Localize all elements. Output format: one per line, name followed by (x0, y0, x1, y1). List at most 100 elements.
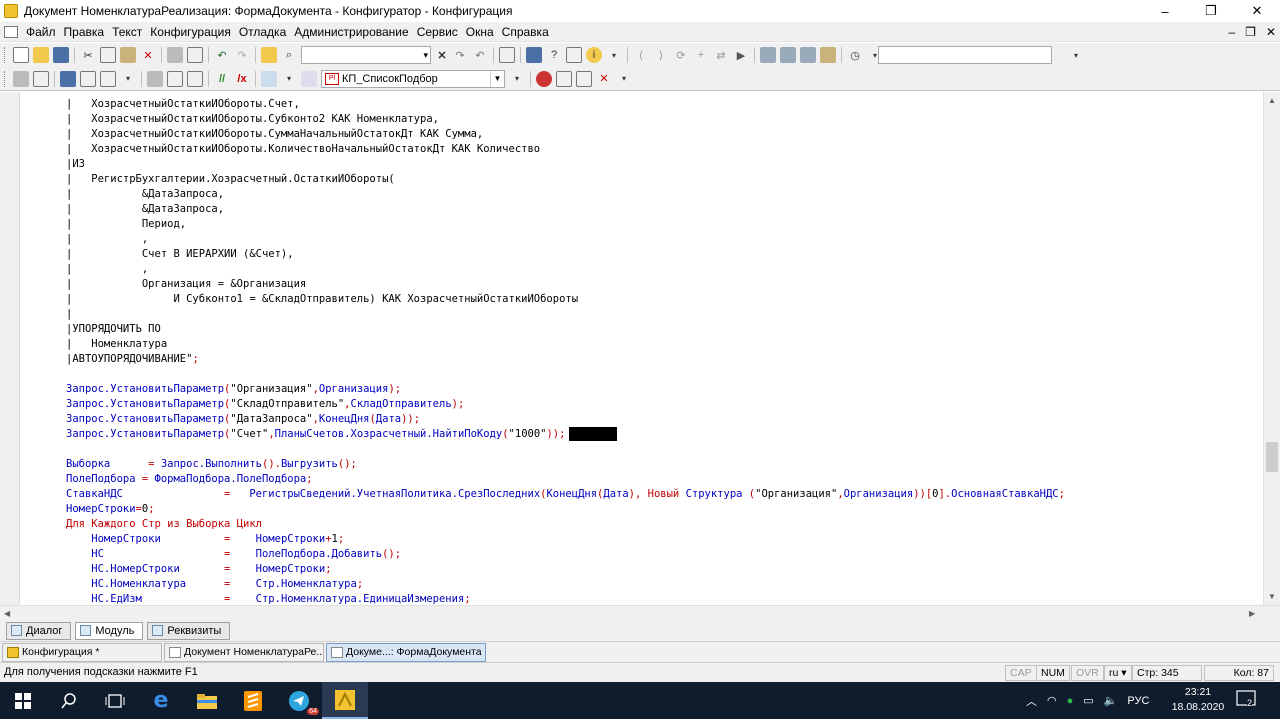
menu-service[interactable]: Сервис (413, 25, 462, 39)
task-view-button[interactable] (92, 682, 138, 719)
dropdown-arrow-icon[interactable]: ▾ (1068, 47, 1084, 63)
code-line[interactable]: | ХозрасчетныйОстаткиИОбороты.Субконто2 … (66, 112, 1261, 127)
code-line[interactable]: |АВТОУПОРЯДОЧИВАНИЕ"; (66, 352, 1261, 367)
table-icon[interactable] (80, 70, 96, 87)
scroll-thumb[interactable] (1266, 442, 1278, 472)
paste-icon[interactable] (120, 47, 136, 63)
uncomment-icon[interactable]: /x (234, 71, 250, 87)
mdi-minimize-button[interactable]: – (1228, 25, 1235, 39)
search-icon[interactable]: ⌕ (281, 47, 297, 63)
editor-gutter[interactable] (0, 92, 20, 605)
sublime-button[interactable] (230, 682, 276, 719)
dropdown-arrow-icon[interactable]: ▾ (120, 71, 136, 87)
breakpoint-icon[interactable] (536, 70, 552, 87)
info-icon[interactable]: i (586, 47, 602, 63)
system-menu-icon[interactable] (4, 25, 18, 38)
dropdown-arrow-icon[interactable]: ▾ (281, 71, 297, 87)
save-icon[interactable] (53, 47, 69, 63)
query-builder-icon[interactable] (566, 47, 582, 63)
code-line[interactable]: | , (66, 232, 1261, 247)
code-line[interactable]: | ХозрасчетныйОстаткиИОбороты.Количество… (66, 142, 1261, 157)
syntax-assistant-icon[interactable] (526, 47, 542, 63)
print-icon[interactable] (167, 47, 183, 63)
code-line[interactable] (66, 442, 1261, 457)
network-icon[interactable]: ◠ (1047, 694, 1057, 707)
window-tab-document[interactable]: Документ НоменклатураРе... (164, 642, 324, 662)
toolbar-grip[interactable] (4, 70, 7, 87)
search-button[interactable] (46, 682, 92, 719)
vertical-scrollbar[interactable]: ▲ ▼ (1263, 92, 1280, 605)
scroll-right-icon[interactable]: ▶ (1249, 606, 1255, 621)
copy-icon[interactable] (100, 47, 116, 63)
1c-configurator-button[interactable] (322, 682, 368, 719)
code-line[interactable]: | Организация = &Организация (66, 277, 1261, 292)
horizontal-scrollbar[interactable]: ◀ ▶ (0, 605, 1280, 620)
cut-icon[interactable]: ✂ (80, 47, 96, 63)
code-line[interactable]: | (66, 307, 1261, 322)
object-search-combo[interactable] (878, 46, 1052, 64)
code-line[interactable] (66, 367, 1261, 382)
explorer-button[interactable] (184, 682, 230, 719)
tab-requisites[interactable]: Реквизиты (147, 621, 231, 640)
code-line[interactable]: | ХозрасчетныйОстаткиИОбороты.СуммаНачал… (66, 127, 1261, 142)
code-line[interactable]: СтавкаНДС = РегистрыСведений.УчетнаяПоли… (66, 487, 1261, 502)
code-line[interactable]: НС.НомерСтроки = НомерСтроки; (66, 562, 1261, 577)
menu-text[interactable]: Текст (108, 25, 146, 39)
code-line[interactable]: | Номенклатура (66, 337, 1261, 352)
input-language[interactable]: РУС (1127, 695, 1149, 707)
window-tab-form[interactable]: Докуме...: ФормаДокумента (326, 642, 486, 662)
code-line[interactable]: НС = ПолеПодбора.Добавить(); (66, 547, 1261, 562)
redo-icon[interactable]: ↷ (234, 47, 250, 63)
find-next-icon[interactable]: ↷ (452, 47, 468, 63)
battery-icon[interactable]: ▭ (1083, 694, 1093, 707)
code-line[interactable]: |УПОРЯДОЧИТЬ ПО (66, 322, 1261, 337)
code-line[interactable]: | РегистрБухгалтерии.Хозрасчетный.Остатк… (66, 172, 1261, 187)
delete-icon[interactable]: ✕ (140, 47, 156, 63)
code-line[interactable]: Для Каждого Стр из Выборка Цикл (66, 517, 1261, 532)
chevron-up-icon[interactable]: ︿ (1026, 693, 1037, 709)
goto-line-icon[interactable]: ▶ (733, 47, 749, 63)
menu-help[interactable]: Справка (498, 25, 553, 39)
code-line[interactable]: |ИЗ (66, 157, 1261, 172)
find-prev-icon[interactable]: ↶ (472, 47, 488, 63)
maximize-button[interactable]: ❐ (1188, 0, 1234, 22)
edge-button[interactable]: e (138, 682, 184, 719)
bookmark-prev-icon[interactable] (800, 47, 816, 63)
mdi-restore-button[interactable]: ❐ (1245, 25, 1256, 39)
code-line[interactable]: Выборка = Запрос.Выполнить().Выгрузить()… (66, 457, 1261, 472)
dropdown-arrow-icon[interactable]: ▾ (616, 71, 632, 87)
code-line[interactable]: ПолеПодбора = ФормаПодбора.ПолеПодбора; (66, 472, 1261, 487)
code-line[interactable]: | ХозрасчетныйОстаткиИОбороты.Счет, (66, 97, 1261, 112)
block-icon[interactable]: ⟨ (633, 47, 649, 63)
form-icon[interactable] (33, 70, 49, 87)
metadata-icon[interactable] (60, 70, 76, 87)
outdent-icon[interactable] (187, 70, 203, 87)
telegram-button[interactable]: 64 (276, 682, 322, 719)
code-line[interactable]: НС.Номенклатура = Стр.Номенклатура; (66, 577, 1261, 592)
tab-module[interactable]: Модуль (75, 621, 144, 640)
format-icon[interactable] (261, 70, 277, 87)
start-button[interactable] (0, 682, 46, 719)
code-line[interactable]: Запрос.УстановитьПараметр("ДатаЗапроса",… (66, 412, 1261, 427)
search-input[interactable]: ▾ (301, 46, 431, 64)
clear-breakpoints-icon[interactable]: ✕ (596, 71, 612, 87)
code-line[interactable]: | &ДатаЗапроса, (66, 202, 1261, 217)
procedure-combo[interactable]: Pl КП_СписокПодбор ▼ (321, 69, 505, 88)
code-line[interactable]: НомерСтроки = НомерСтроки+1; (66, 532, 1261, 547)
open-folder-icon[interactable] (33, 47, 49, 63)
scroll-left-icon[interactable]: ◀ (4, 606, 10, 621)
add-watch-icon[interactable]: + (693, 47, 709, 63)
clock[interactable]: 23:21 18.08.2020 (1168, 685, 1228, 715)
bookmark-icon[interactable] (760, 47, 776, 63)
disable-breakpoint-icon[interactable] (576, 70, 592, 87)
dropdown-arrow-icon[interactable]: ▾ (606, 47, 622, 63)
procedure-icon[interactable] (100, 70, 116, 87)
bookmark-clear-icon[interactable] (820, 47, 836, 63)
code-line[interactable]: | Счет В ИЕРАРХИИ (&Счет), (66, 247, 1261, 262)
code-line[interactable]: | И Субконто1 = &СкладОтправитель) КАК Х… (66, 292, 1261, 307)
menu-administration[interactable]: Администрирование (290, 25, 412, 39)
menu-debug[interactable]: Отладка (235, 25, 290, 39)
code-line[interactable]: Запрос.УстановитьПараметр("Счет",ПланыСч… (66, 427, 1261, 442)
menu-file[interactable]: Файл (22, 25, 60, 39)
code-line[interactable]: Запрос.УстановитьПараметр("СкладОтправит… (66, 397, 1261, 412)
